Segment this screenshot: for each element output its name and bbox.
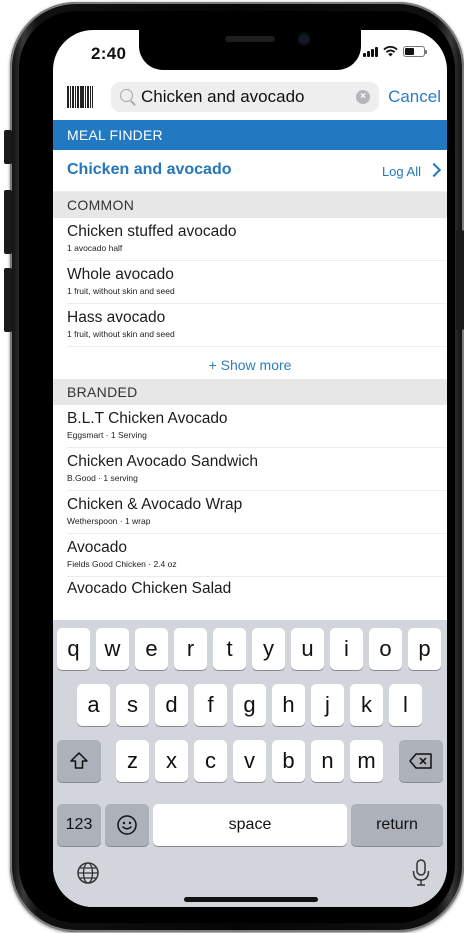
meal-finder-header: MEAL FINDER (53, 120, 447, 150)
key-n[interactable]: n (311, 740, 344, 782)
volume-up-button (4, 190, 12, 254)
shift-icon (70, 752, 88, 769)
battery-level (405, 48, 414, 55)
silent-switch (4, 130, 12, 164)
notch (139, 30, 361, 70)
key-q[interactable]: q (57, 628, 90, 670)
key-s[interactable]: s (116, 684, 149, 726)
key-h[interactable]: h (272, 684, 305, 726)
food-serving: 1 fruit, without skin and seed (67, 286, 175, 296)
section-header-label: COMMON (67, 197, 135, 213)
list-item[interactable]: Avocado Fields Good Chicken · 2.4 oz (67, 534, 447, 577)
show-more-button[interactable]: + Show more (53, 352, 447, 378)
key-z[interactable]: z (116, 740, 149, 782)
key-y[interactable]: y (252, 628, 285, 670)
key-u[interactable]: u (291, 628, 324, 670)
search-input[interactable] (141, 82, 347, 112)
return-key[interactable]: return (351, 804, 443, 846)
food-brand-serving: B.Good · 1 serving (67, 473, 138, 483)
key-r[interactable]: r (174, 628, 207, 670)
key-l[interactable]: l (389, 684, 422, 726)
clear-search-icon[interactable]: × (356, 90, 370, 104)
space-key[interactable]: space (153, 804, 347, 846)
status-icons (363, 46, 427, 57)
food-brand-serving: Eggsmart · 1 Serving (67, 430, 147, 440)
list-item[interactable]: Chicken Avocado Sandwich B.Good · 1 serv… (67, 448, 447, 491)
key-m[interactable]: m (350, 740, 383, 782)
volume-down-button (4, 268, 12, 332)
key-k[interactable]: k (350, 684, 383, 726)
key-g[interactable]: g (233, 684, 266, 726)
food-name: Avocado (67, 539, 128, 556)
key-e[interactable]: e (135, 628, 168, 670)
search-icon (120, 89, 133, 102)
food-name: Whole avocado (67, 266, 174, 283)
list-item[interactable]: Whole avocado 1 fruit, without skin and … (67, 261, 447, 304)
food-name: Hass avocado (67, 309, 166, 326)
list-item[interactable]: Chicken stuffed avocado 1 avocado half (67, 218, 447, 261)
meal-finder-label: MEAL FINDER (67, 127, 163, 143)
key-b[interactable]: b (272, 740, 305, 782)
key-p[interactable]: p (408, 628, 441, 670)
home-indicator[interactable] (184, 897, 318, 902)
globe-icon[interactable] (75, 860, 101, 886)
food-brand-serving: Fields Good Chicken · 2.4 oz (67, 559, 177, 569)
key-f[interactable]: f (194, 684, 227, 726)
key-a[interactable]: a (77, 684, 110, 726)
numbers-key[interactable]: 123 (57, 804, 101, 846)
key-t[interactable]: t (213, 628, 246, 670)
food-name: B.L.T Chicken Avocado (67, 410, 228, 427)
section-header-common: COMMON (53, 192, 447, 218)
key-o[interactable]: o (369, 628, 402, 670)
keyboard: qwertyuiop asdfghjkl zxcvbnm 123 space r… (53, 620, 447, 907)
wifi-icon (383, 46, 398, 57)
log-all-button[interactable]: Log All (382, 164, 421, 179)
search-row: × Cancel (53, 78, 447, 118)
emoji-icon (117, 815, 137, 835)
barcode-scan-icon[interactable] (67, 86, 94, 108)
shift-key[interactable] (57, 740, 101, 782)
section-header-branded: BRANDED (53, 379, 447, 405)
food-serving: 1 avocado half (67, 243, 123, 253)
key-j[interactable]: j (311, 684, 344, 726)
list-item[interactable]: B.L.T Chicken Avocado Eggsmart · 1 Servi… (67, 405, 447, 448)
key-v[interactable]: v (233, 740, 266, 782)
partial-list-item[interactable]: Avocado Chicken Salad (67, 580, 231, 598)
key-d[interactable]: d (155, 684, 188, 726)
cellular-signal-icon (363, 46, 378, 57)
key-w[interactable]: w (96, 628, 129, 670)
status-time: 2:40 (91, 44, 127, 63)
food-name: Chicken Avocado Sandwich (67, 453, 259, 470)
speaker-grille (225, 36, 275, 42)
key-c[interactable]: c (194, 740, 227, 782)
list-item[interactable]: Chicken & Avocado Wrap Wetherspoon · 1 w… (67, 491, 447, 534)
backspace-icon (409, 753, 432, 769)
key-x[interactable]: x (155, 740, 188, 782)
section-header-label: BRANDED (67, 384, 138, 400)
battery-icon (403, 46, 427, 57)
food-serving: 1 fruit, without skin and seed (67, 329, 175, 339)
key-i[interactable]: i (330, 628, 363, 670)
food-name: Chicken & Avocado Wrap (67, 496, 243, 513)
meal-title[interactable]: Chicken and avocado (67, 161, 232, 179)
phone-screen: 2:40 × Cancel MEAL FINDER (53, 30, 447, 907)
power-button (456, 230, 464, 330)
chevron-right-icon[interactable] (426, 162, 442, 178)
food-brand-serving: Wetherspoon · 1 wrap (67, 516, 151, 526)
search-field[interactable]: × (111, 82, 379, 112)
microphone-icon[interactable] (411, 858, 431, 888)
list-item[interactable]: Hass avocado 1 fruit, without skin and s… (67, 304, 447, 347)
food-name: Chicken stuffed avocado (67, 223, 237, 240)
delete-key[interactable] (399, 740, 443, 782)
meal-row[interactable]: Chicken and avocado Log All (53, 150, 447, 192)
camera-icon (299, 34, 309, 44)
cancel-button[interactable]: Cancel (388, 87, 441, 107)
emoji-key[interactable] (105, 804, 149, 846)
